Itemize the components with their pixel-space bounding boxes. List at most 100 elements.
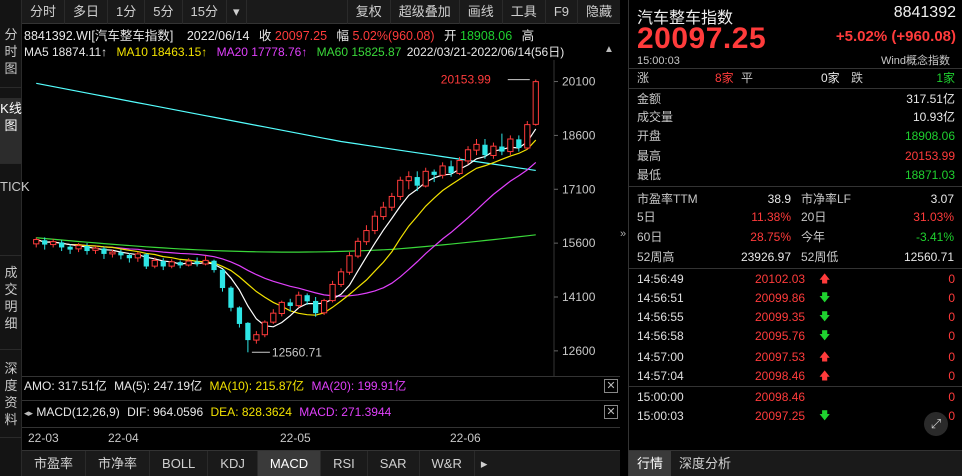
divider xyxy=(629,88,962,89)
candle-body xyxy=(194,261,200,264)
tick-row: 14:56:49 20102.03 🡅 0 xyxy=(637,270,955,288)
amo-indicator: AMO: 317.51亿 MA(5): 247.19亿 MA(10): 215.… xyxy=(22,376,620,396)
tab-sar[interactable]: SAR xyxy=(368,451,420,476)
tick-price: 20097.53 xyxy=(755,350,806,364)
ma60-legend: MA60 15825.87 xyxy=(316,45,402,59)
price-axis-label: 14100 xyxy=(562,290,596,304)
ma-legend: MA5 18874.11↑ MA10 18463.15↑ MA20 17778.… xyxy=(24,43,564,61)
tick-row: 14:56:51 20099.86 🡇 0 xyxy=(637,289,955,307)
tab-boll[interactable]: BOLL xyxy=(150,451,209,476)
tab-depth-analysis[interactable]: 深度分析 xyxy=(671,451,739,476)
down-count: 1家 xyxy=(936,71,955,85)
tick-time: 14:56:51 xyxy=(637,291,684,305)
tab-wr[interactable]: W&R xyxy=(420,451,475,476)
ma10-legend: MA10 18463.15↑ xyxy=(116,45,208,59)
tb-adjust[interactable]: 复权 xyxy=(346,0,390,24)
open-value: 18908.06 xyxy=(460,29,513,43)
low-annotation: 12560.71 xyxy=(272,345,322,359)
d60-value: 28.75% xyxy=(750,230,791,244)
vtab-depth-info[interactable]: 深度资料 xyxy=(0,358,22,438)
tick-time: 15:00:00 xyxy=(637,390,684,404)
vtab-trade-detail[interactable]: 成交明细 xyxy=(0,262,22,350)
tb-hide[interactable]: 隐藏 xyxy=(576,0,620,24)
stat-value: 317.51亿 xyxy=(906,92,955,106)
close-macd-icon[interactable]: ✕ xyxy=(604,405,618,419)
amo-value: AMO: 317.51亿 xyxy=(24,379,107,393)
tick-price: 20099.35 xyxy=(755,310,806,324)
tab-rsi[interactable]: RSI xyxy=(321,451,368,476)
stat-label: 成交量 xyxy=(637,110,674,124)
vtab-kline[interactable]: K线图 xyxy=(0,98,22,164)
vtab-intraday[interactable]: 分时图 xyxy=(0,24,22,88)
candle-body xyxy=(473,143,480,151)
tick-volume: 0 xyxy=(948,272,955,286)
tab-macd[interactable]: MACD xyxy=(257,451,322,476)
long-ma-line xyxy=(36,82,536,172)
bar-date: 2022/06/14 xyxy=(186,29,250,43)
stat-open: 开盘 18908.06 xyxy=(637,127,955,145)
candle-body xyxy=(490,145,497,157)
d20-label: 20日 xyxy=(801,210,827,224)
price-axis-label: 12600 xyxy=(562,344,596,358)
amo-ma20: MA(20): 199.91亿 xyxy=(311,379,407,393)
candle-body xyxy=(320,300,328,314)
more-tabs-icon[interactable]: ▸ xyxy=(475,451,494,476)
x-label-may: 22-05 xyxy=(280,431,311,445)
macd-settings-icon[interactable]: ◂▸ xyxy=(24,408,33,418)
quote-tabs: 行情 深度分析 xyxy=(629,450,962,476)
w52l-label: 52周低 xyxy=(801,250,839,264)
tab-quote[interactable]: 行情 xyxy=(629,451,672,476)
price-axis-label: 20100 xyxy=(562,75,596,89)
ma20-legend: MA20 17778.76↑ xyxy=(216,45,308,59)
down-arrow-icon: 🡇 xyxy=(819,292,831,304)
price-axis-label: 17100 xyxy=(562,182,596,196)
close-value: 20097.25 xyxy=(274,29,328,43)
amo-ma10: MA(10): 215.87亿 xyxy=(209,379,305,393)
stat-volume: 成交量 10.93亿 xyxy=(637,108,955,126)
candle-body xyxy=(236,307,243,324)
tab-pb[interactable]: 市净率 xyxy=(86,451,151,476)
kline-chart[interactable]: 20100 18600 17100 15600 14100 12600 20153.99 12… xyxy=(22,60,620,376)
tick-volume: 0 xyxy=(948,409,955,423)
period-dropdown-icon[interactable]: ▾ xyxy=(227,0,247,24)
tick-volume: 0 xyxy=(948,390,955,404)
candle-body xyxy=(75,245,82,250)
tab-kdj[interactable]: KDJ xyxy=(208,451,258,476)
tab-pe[interactable]: 市盈率 xyxy=(22,451,87,476)
stat-value: 18871.03 xyxy=(904,168,955,182)
tb-super-overlay[interactable]: 超级叠加 xyxy=(389,0,459,24)
tb-15min[interactable]: 15分 xyxy=(183,0,227,24)
candle-body xyxy=(160,261,166,267)
tb-5min[interactable]: 5分 xyxy=(145,0,183,24)
candle-body xyxy=(499,146,505,152)
collapse-panel-icon[interactable]: » xyxy=(620,228,628,240)
down-label: 跌 xyxy=(851,71,864,85)
x-label-mar: 22-03 xyxy=(28,431,59,445)
tb-multiday[interactable]: 多日 xyxy=(65,0,109,24)
ma5-line xyxy=(36,128,537,328)
candle-body xyxy=(405,176,412,182)
tb-draw-line[interactable]: 画线 xyxy=(458,0,502,24)
candle-body xyxy=(439,165,446,176)
high-annotation: 20153.99 xyxy=(441,73,491,87)
close-amo-icon[interactable]: ✕ xyxy=(604,379,618,393)
tb-1min[interactable]: 1分 xyxy=(108,0,146,24)
tb-f9[interactable]: F9 xyxy=(544,0,577,24)
candle-body xyxy=(261,321,268,336)
tick-volume: 0 xyxy=(948,291,955,305)
expand-icon[interactable]: ⤢ xyxy=(924,412,948,436)
scroll-up-icon[interactable]: ▲ xyxy=(604,44,614,55)
tb-intraday[interactable]: 分时 xyxy=(22,0,66,24)
tick-price: 20102.03 xyxy=(755,272,806,286)
candle-body xyxy=(211,260,217,271)
w52l-value: 12560.71 xyxy=(903,250,954,264)
flat-count: 0家 xyxy=(821,71,840,85)
ytd-label: 今年 xyxy=(801,230,826,244)
tb-tools[interactable]: 工具 xyxy=(501,0,545,24)
candle-body xyxy=(388,195,395,208)
down-arrow-icon: 🡇 xyxy=(819,330,831,342)
candle-body xyxy=(516,139,522,148)
candle-body xyxy=(278,301,285,315)
vtab-tick[interactable]: TICK xyxy=(0,176,30,256)
candle-body xyxy=(126,254,132,259)
